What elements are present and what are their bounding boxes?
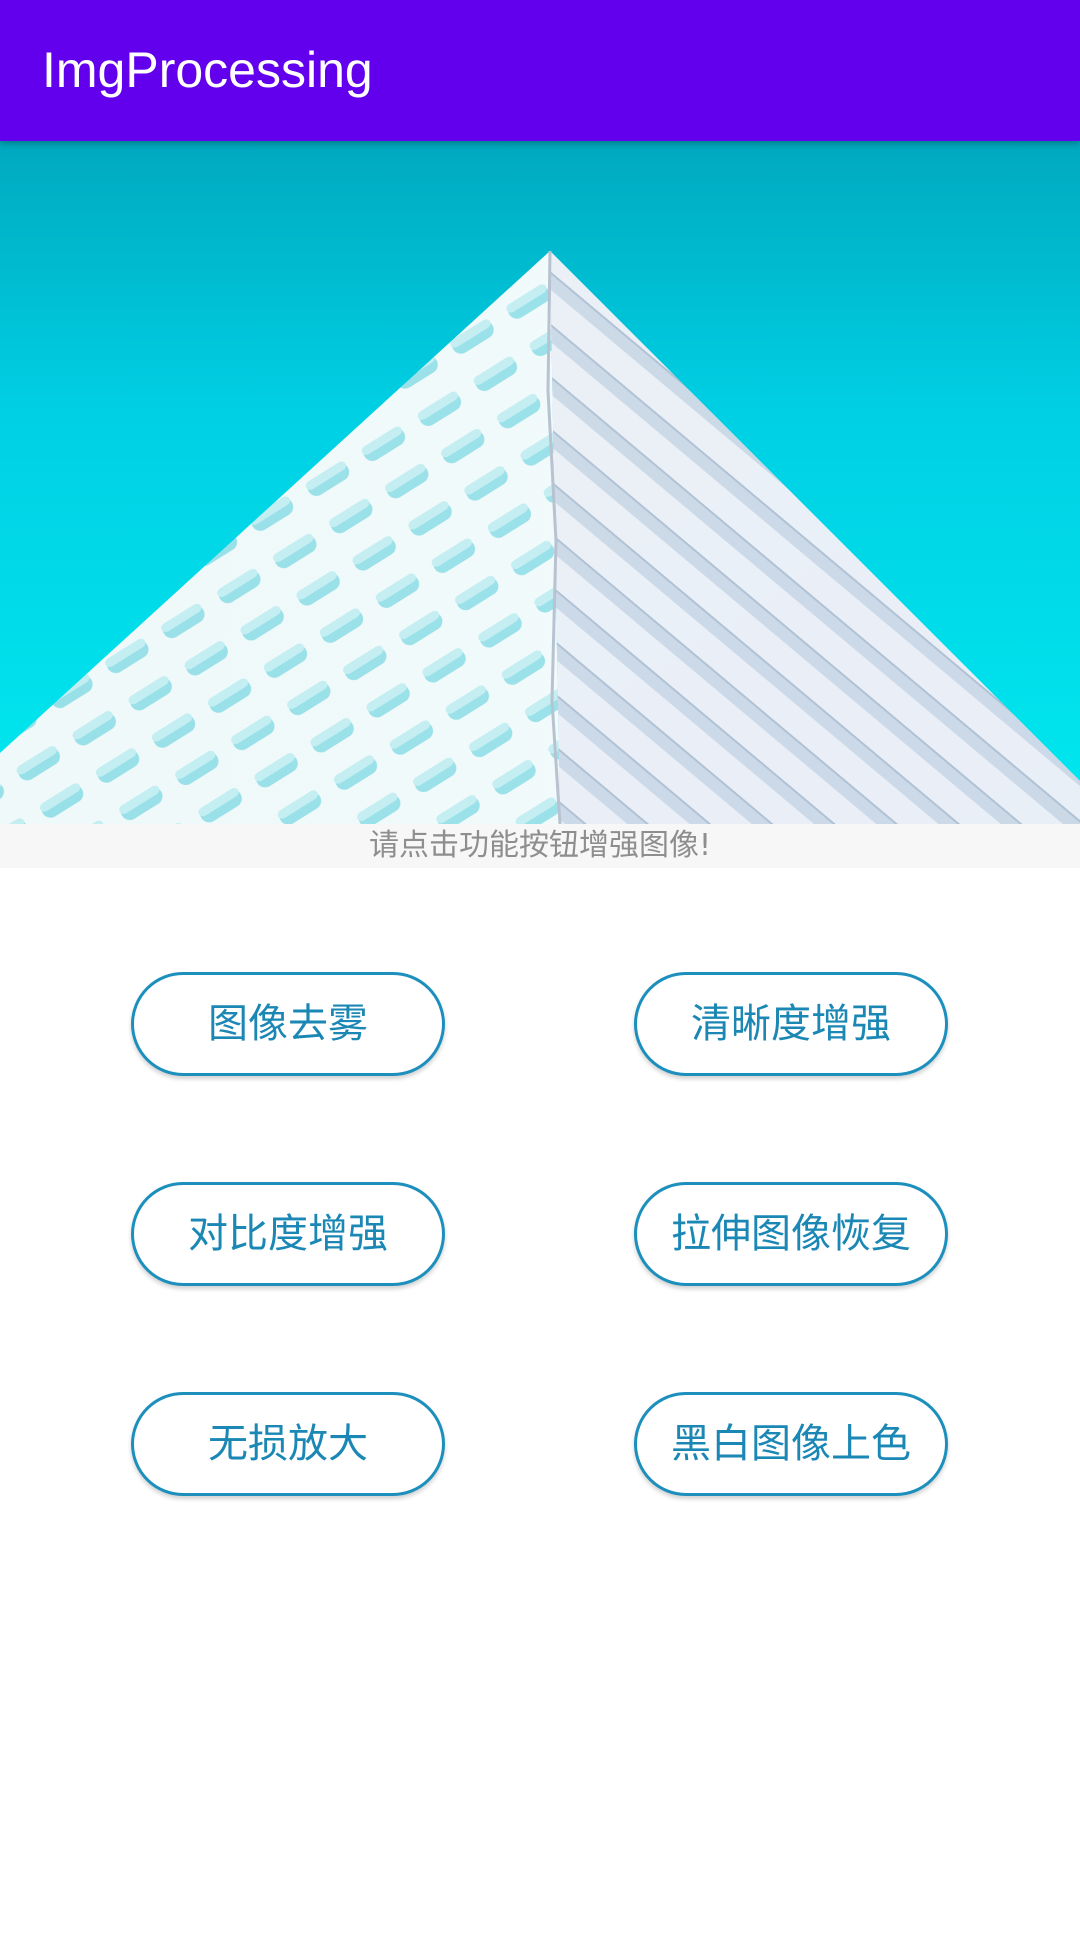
hint-text: 请点击功能按钮增强图像! (368, 828, 712, 863)
stretch-restore-button[interactable]: 拉伸图像恢复 (634, 1182, 948, 1286)
dehaze-button[interactable]: 图像去雾 (131, 972, 445, 1076)
building-photo (0, 141, 1080, 824)
app-title: ImgProcessing (42, 42, 373, 98)
colorize-button[interactable]: 黑白图像上色 (634, 1392, 948, 1496)
image-view (0, 141, 1080, 824)
contrast-button[interactable]: 对比度增强 (131, 1182, 445, 1286)
app-bar: ImgProcessing (0, 0, 1080, 141)
sharpen-button[interactable]: 清晰度增强 (634, 972, 948, 1076)
hint-bar: 请点击功能按钮增强图像! (0, 824, 1080, 868)
upscale-button[interactable]: 无损放大 (131, 1392, 445, 1496)
